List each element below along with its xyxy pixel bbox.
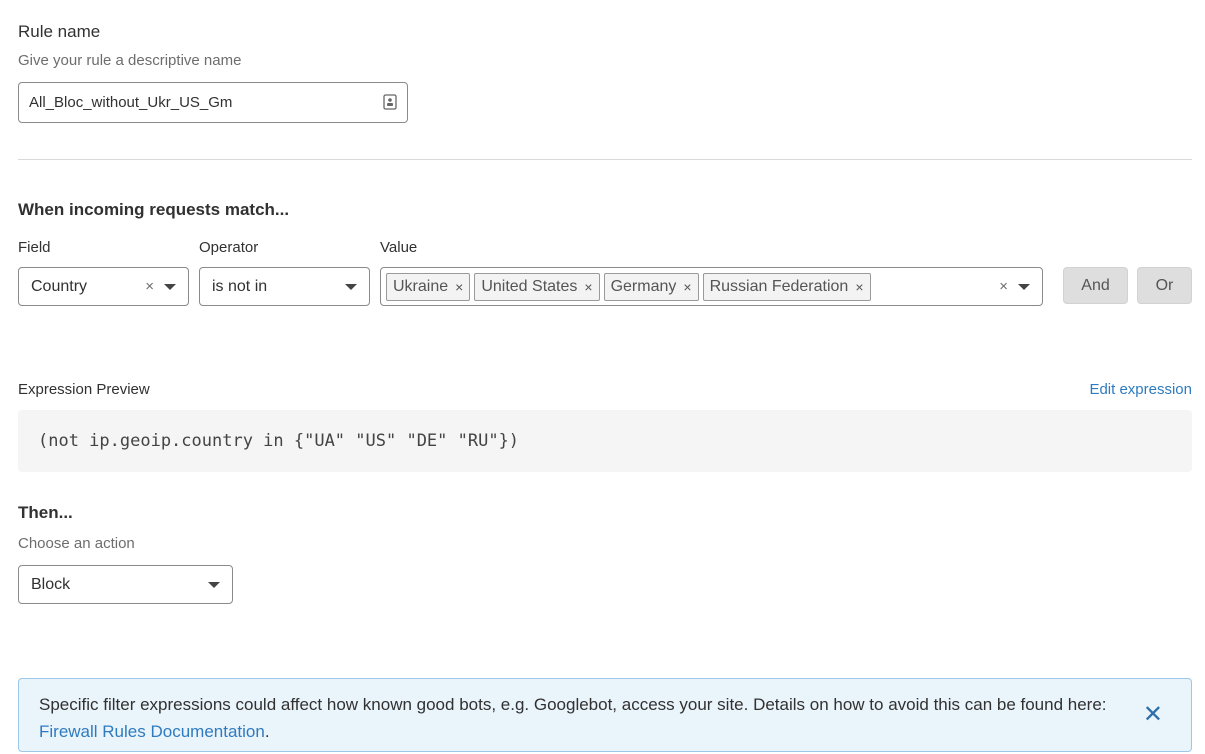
- remove-tag-icon[interactable]: ×: [455, 279, 463, 295]
- info-notice: Specific filter expressions could affect…: [18, 678, 1192, 752]
- remove-tag-icon[interactable]: ×: [584, 279, 592, 295]
- clear-values-icon[interactable]: ×: [999, 278, 1008, 295]
- match-section-title: When incoming requests match...: [18, 200, 290, 219]
- tag-label: Germany: [610, 277, 677, 295]
- section-divider: [18, 159, 1192, 160]
- and-button[interactable]: And: [1063, 267, 1128, 304]
- value-label: Value: [380, 239, 418, 256]
- tag-united-states: United States ×: [474, 272, 600, 301]
- expression-preview-code: (not ip.geoip.country in {"UA" "US" "DE"…: [18, 410, 1192, 472]
- tag-label: United States: [481, 277, 578, 295]
- action-section-title: Then...: [18, 503, 73, 522]
- rule-name-label: Rule name: [18, 22, 101, 41]
- field-select[interactable]: Country ×: [18, 267, 189, 306]
- firewall-docs-link[interactable]: Firewall Rules Documentation: [39, 722, 265, 741]
- operator-label: Operator: [199, 239, 259, 256]
- or-button[interactable]: Or: [1137, 267, 1192, 304]
- notice-end: .: [264, 722, 270, 741]
- tag-label: Russian Federation: [709, 277, 849, 295]
- operator-select-value: is not in: [212, 277, 268, 295]
- clear-field-icon[interactable]: ×: [145, 278, 154, 295]
- field-label: Field: [18, 239, 51, 256]
- rule-name-hint: Give your rule a descriptive name: [18, 52, 242, 69]
- close-icon[interactable]: ✕: [1143, 701, 1163, 728]
- chevron-down-icon[interactable]: [1018, 283, 1030, 290]
- expression-preview-label: Expression Preview: [18, 381, 150, 398]
- chevron-down-icon[interactable]: [164, 283, 176, 290]
- rule-name-value: All_Bloc_without_Ukr_US_Gm: [29, 94, 233, 111]
- remove-tag-icon[interactable]: ×: [855, 279, 863, 295]
- action-select[interactable]: Block: [18, 565, 233, 604]
- tag-germany: Germany ×: [603, 272, 699, 301]
- chevron-down-icon[interactable]: [345, 283, 357, 290]
- value-multiselect[interactable]: Ukraine × United States × Germany × Russian…: [380, 267, 1043, 306]
- notice-text: Specific filter expressions could affect…: [39, 695, 1107, 714]
- remove-tag-icon[interactable]: ×: [683, 279, 691, 295]
- chevron-down-icon[interactable]: [208, 581, 220, 588]
- tag-russian-federation: Russian Federation ×: [702, 272, 871, 301]
- tag-ukraine: Ukraine ×: [386, 272, 471, 301]
- rule-name-input[interactable]: All_Bloc_without_Ukr_US_Gm: [18, 82, 408, 123]
- operator-select[interactable]: is not in: [199, 267, 370, 306]
- action-hint: Choose an action: [18, 535, 135, 552]
- contact-card-icon[interactable]: [383, 94, 397, 115]
- value-tags: Ukraine × United States × Germany × Russian…: [386, 272, 999, 301]
- tag-label: Ukraine: [393, 277, 449, 295]
- action-select-value: Block: [31, 575, 71, 593]
- field-select-value: Country: [31, 277, 88, 295]
- edit-expression-link[interactable]: Edit expression: [1089, 381, 1192, 398]
